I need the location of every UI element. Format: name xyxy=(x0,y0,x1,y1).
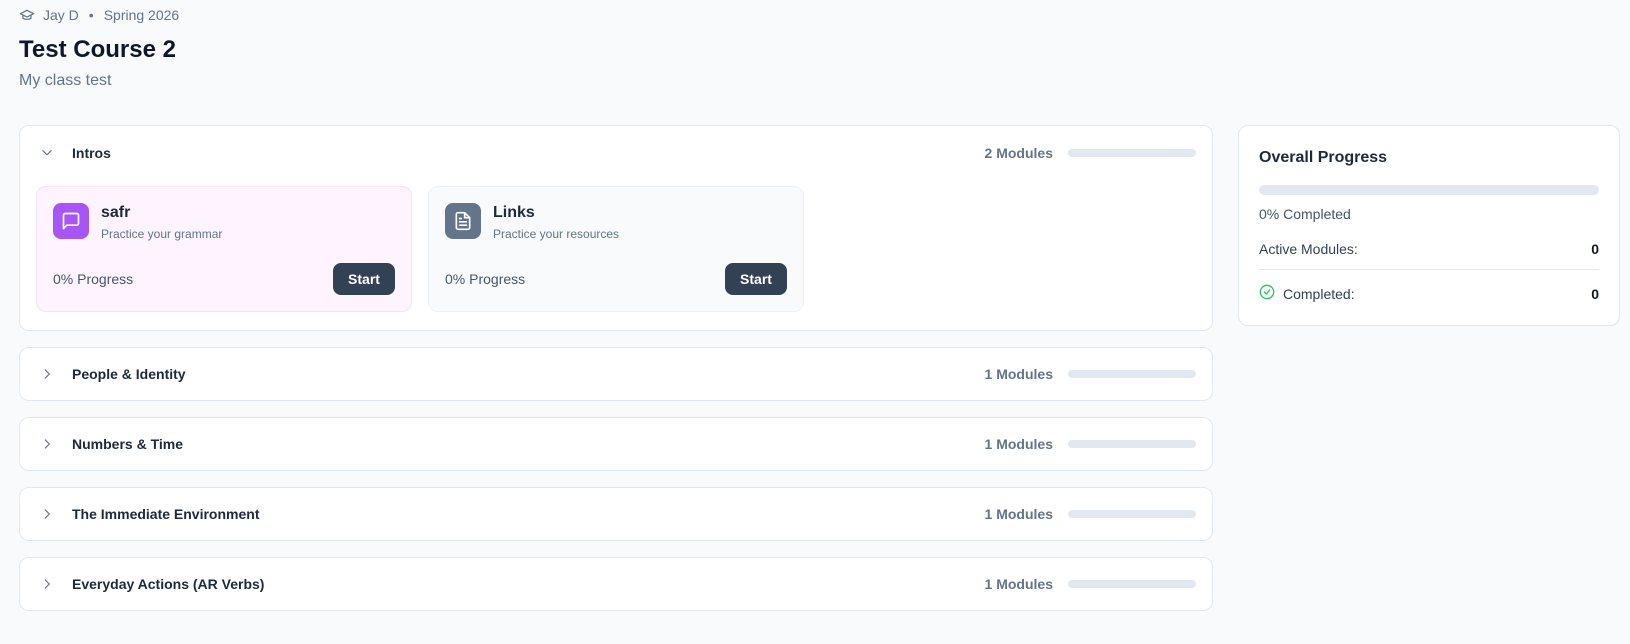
unit-title: People & Identity xyxy=(72,366,186,382)
unit-header[interactable]: The Immediate Environment 1 Modules xyxy=(20,488,1212,540)
active-modules-value: 0 xyxy=(1591,241,1599,257)
module-description: Practice your resources xyxy=(493,227,620,241)
active-modules-label: Active Modules: xyxy=(1259,241,1358,257)
unit-everyday-actions: Everyday Actions (AR Verbs) 1 Modules xyxy=(19,557,1213,611)
unit-header[interactable]: People & Identity 1 Modules xyxy=(20,348,1212,400)
unit-header[interactable]: Intros 2 Modules xyxy=(20,126,1212,180)
unit-people-identity: People & Identity 1 Modules xyxy=(19,347,1213,401)
active-modules-row: Active Modules: 0 xyxy=(1259,241,1599,270)
chevron-right-icon[interactable] xyxy=(40,437,54,451)
start-button[interactable]: Start xyxy=(333,263,395,295)
overall-progress-title: Overall Progress xyxy=(1259,149,1388,166)
completed-value: 0 xyxy=(1591,285,1599,302)
chevron-down-icon[interactable] xyxy=(40,146,54,160)
chevron-right-icon[interactable] xyxy=(40,367,54,381)
instructor-name: Jay D xyxy=(43,7,79,23)
unit-progress-bar xyxy=(1068,370,1196,378)
unit-module-count: 2 Modules xyxy=(984,145,1053,161)
page-subtitle: My class test xyxy=(19,72,112,89)
unit-title: Everyday Actions (AR Verbs) xyxy=(72,576,265,592)
module-description: Practice your grammar xyxy=(101,227,223,241)
overall-completed-percent: 0% Completed xyxy=(1259,206,1351,222)
module-progress-label: 0% Progress xyxy=(53,271,134,287)
unit-progress-bar xyxy=(1068,440,1196,448)
chevron-right-icon[interactable] xyxy=(40,577,54,591)
module-progress-label: 0% Progress xyxy=(445,271,526,287)
unit-progress-bar xyxy=(1068,580,1196,588)
module-card-links: Links Practice your resources 0% Progres… xyxy=(428,186,804,312)
unit-module-count: 1 Modules xyxy=(984,436,1053,452)
unit-progress-bar xyxy=(1068,510,1196,518)
unit-header[interactable]: Numbers & Time 1 Modules xyxy=(20,418,1212,470)
unit-numbers-time: Numbers & Time 1 Modules xyxy=(19,417,1213,471)
module-name: safr xyxy=(101,204,131,221)
unit-module-count: 1 Modules xyxy=(984,366,1053,382)
module-name: Links xyxy=(493,204,535,221)
completed-row: Completed: 0 xyxy=(1259,284,1599,303)
unit-title: Numbers & Time xyxy=(72,436,183,452)
document-icon xyxy=(445,203,481,239)
meta-separator: • xyxy=(88,7,94,23)
unit-intros: Intros 2 Modules safr Practice your gram… xyxy=(19,125,1213,331)
unit-module-count: 1 Modules xyxy=(984,576,1053,592)
graduation-cap-icon xyxy=(19,7,35,23)
unit-module-count: 1 Modules xyxy=(984,506,1053,522)
unit-progress-bar xyxy=(1068,149,1196,157)
overall-progress-bar xyxy=(1259,185,1599,195)
chevron-right-icon[interactable] xyxy=(40,507,54,521)
course-page: Jay D • Spring 2026 Test Course 2 My cla… xyxy=(0,0,1630,644)
module-grid: safr Practice your grammar 0% Progress S… xyxy=(20,180,1212,312)
unit-title: Intros xyxy=(72,145,111,161)
unit-immediate-environment: The Immediate Environment 1 Modules xyxy=(19,487,1213,541)
units-list: Intros 2 Modules safr Practice your gram… xyxy=(19,125,1213,627)
overall-progress-panel: Overall Progress 0% Completed Active Mod… xyxy=(1238,125,1620,326)
course-meta: Jay D • Spring 2026 xyxy=(19,6,179,24)
term-label: Spring 2026 xyxy=(103,7,180,23)
start-button[interactable]: Start xyxy=(725,263,787,295)
page-title: Test Course 2 xyxy=(19,36,176,63)
completed-label: Completed: xyxy=(1283,285,1355,302)
chat-bubble-icon xyxy=(53,203,89,239)
unit-header[interactable]: Everyday Actions (AR Verbs) 1 Modules xyxy=(20,558,1212,610)
module-card-safr: safr Practice your grammar 0% Progress S… xyxy=(36,186,412,312)
check-circle-icon xyxy=(1259,284,1275,303)
unit-title: The Immediate Environment xyxy=(72,506,260,522)
